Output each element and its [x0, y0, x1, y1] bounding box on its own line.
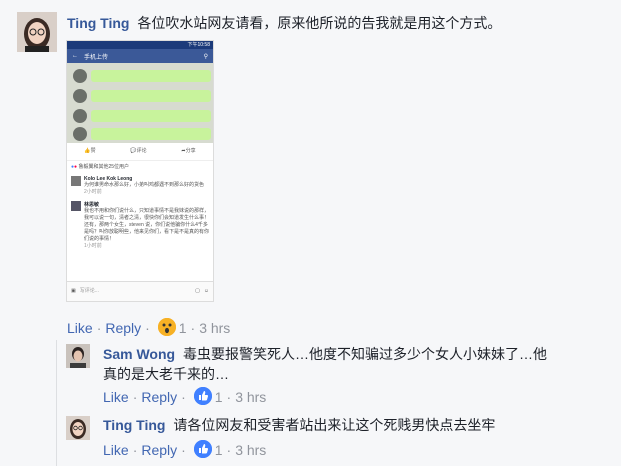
phone-comment-time: 1小时前 — [84, 243, 102, 249]
comment-body: Ting Ting 各位吹水站网友请看，原来他所说的告我就是用这个方式。 — [67, 13, 501, 33]
comment-text: 各位吹水站网友请看，原来他所说的告我就是用这个方式。 — [137, 15, 502, 31]
voice-bubble — [91, 70, 211, 82]
phone-comment-1: Kolo Lee Kok Leong 为何谁男命水那么好，小弟叫鸡都遇不到那么好… — [67, 174, 213, 198]
reply-body: Ting Ting 请各位网友和受害者站出来让这个死贱男快点去坐牢 — [103, 415, 495, 435]
phone-comment-input: 写评论... — [79, 288, 99, 294]
wow-reaction-icon[interactable] — [157, 318, 176, 336]
reply-actions: Like · Reply · 1 · 3 hrs — [103, 387, 267, 405]
voice-bubble — [91, 110, 211, 122]
comment-time[interactable]: 3 hrs — [199, 320, 230, 336]
reply-button[interactable]: Reply — [105, 320, 141, 336]
reply-button[interactable]: Reply — [141, 389, 177, 405]
attached-screenshot[interactable]: 下午10:58 ← 手机上传 ⚲ 👍赞 💬评论 ➦分享 ●● 鲁毅翼和其他25位… — [66, 40, 214, 302]
phone-reactions: ●● 鲁毅翼和其他25位用户 — [71, 164, 130, 170]
reply-body: Sam Wong 毒虫要报警笑死人…他度不知骗过多少个女人小妹妹了…他 真的是大… — [103, 344, 603, 384]
like-button[interactable]: Like — [103, 442, 129, 458]
love-icon: ● — [74, 164, 78, 170]
play-icon — [73, 127, 87, 141]
avatar — [71, 201, 81, 211]
voice-bubble — [91, 90, 211, 102]
like-button[interactable]: Like — [67, 320, 93, 336]
phone-action-bar: 👍赞 💬评论 ➦分享 — [67, 143, 213, 161]
phone-status-time: 下午10:58 — [187, 42, 210, 48]
reply-author[interactable]: Ting Ting — [103, 417, 165, 433]
camera-icon: ▣ — [71, 288, 76, 294]
avatar[interactable] — [66, 416, 90, 440]
avatar[interactable] — [66, 344, 90, 368]
phone-comment-bar: ▣ 写评论... ▢ ☺ — [67, 281, 213, 301]
like-reaction-icon[interactable] — [193, 387, 212, 405]
like-reaction-icon[interactable] — [193, 440, 212, 458]
reply-time[interactable]: 3 hrs — [235, 389, 266, 405]
reply-text: 毒虫要报警笑死人…他度不知骗过多少个女人小妹妹了…他 — [182, 346, 547, 362]
phone-comment-text: 为何谁男命水那么好，小弟叫鸡都遇不到那么好的货色 — [84, 182, 205, 188]
phone-comment-author: 林思敏 — [84, 202, 100, 208]
reply-text: 请各位网友和受害者站出来让这个死贱男快点去坐牢 — [173, 417, 496, 433]
phone-header: ← 手机上传 ⚲ — [67, 49, 213, 63]
comment-author[interactable]: Ting Ting — [67, 15, 129, 31]
back-arrow-icon: ← — [72, 53, 78, 59]
search-icon: ⚲ — [203, 53, 208, 60]
phone-header-title: 手机上传 — [84, 54, 109, 61]
phone-comment: 💬评论 — [130, 148, 147, 154]
voice-bubble — [91, 128, 211, 140]
reaction-count[interactable]: 1 — [215, 442, 223, 458]
play-icon — [73, 89, 87, 103]
avatar — [71, 176, 81, 186]
phone-like: 👍赞 — [84, 148, 96, 154]
emoji-icon: ☺ — [203, 288, 209, 294]
comment-actions: Like · Reply · 1 · 3 hrs — [67, 318, 231, 336]
reaction-count[interactable]: 1 — [179, 320, 187, 336]
play-icon — [73, 69, 87, 83]
reply-actions: Like · Reply · 1 · 3 hrs — [103, 440, 267, 458]
voice-message-image — [67, 63, 213, 143]
avatar[interactable] — [17, 12, 57, 52]
reply-time[interactable]: 3 hrs — [235, 442, 266, 458]
phone-comment-2: 林思敏 我也不用和你们说什么，只知道事情不是我妹说的那样，我可以说一句，清者之清… — [67, 198, 213, 253]
reply-button[interactable]: Reply — [141, 442, 177, 458]
play-icon — [73, 109, 87, 123]
reply-text-continued: 真的是大老千来的… — [103, 366, 229, 382]
phone-comment-text: 我也不用和你们说什么，只知道事情不是我妹说的那样，我可以说一句，清者之清，很快你… — [84, 208, 210, 242]
reply-author[interactable]: Sam Wong — [103, 346, 175, 362]
phone-status-bar: 下午10:58 — [67, 41, 213, 49]
like-button[interactable]: Like — [103, 389, 129, 405]
reaction-count[interactable]: 1 — [215, 389, 223, 405]
gif-icon: ▢ — [195, 288, 200, 294]
reply-thread-line — [56, 340, 57, 466]
phone-comment-time: 2小时前 — [84, 189, 102, 195]
phone-share: ➦分享 — [181, 148, 196, 154]
